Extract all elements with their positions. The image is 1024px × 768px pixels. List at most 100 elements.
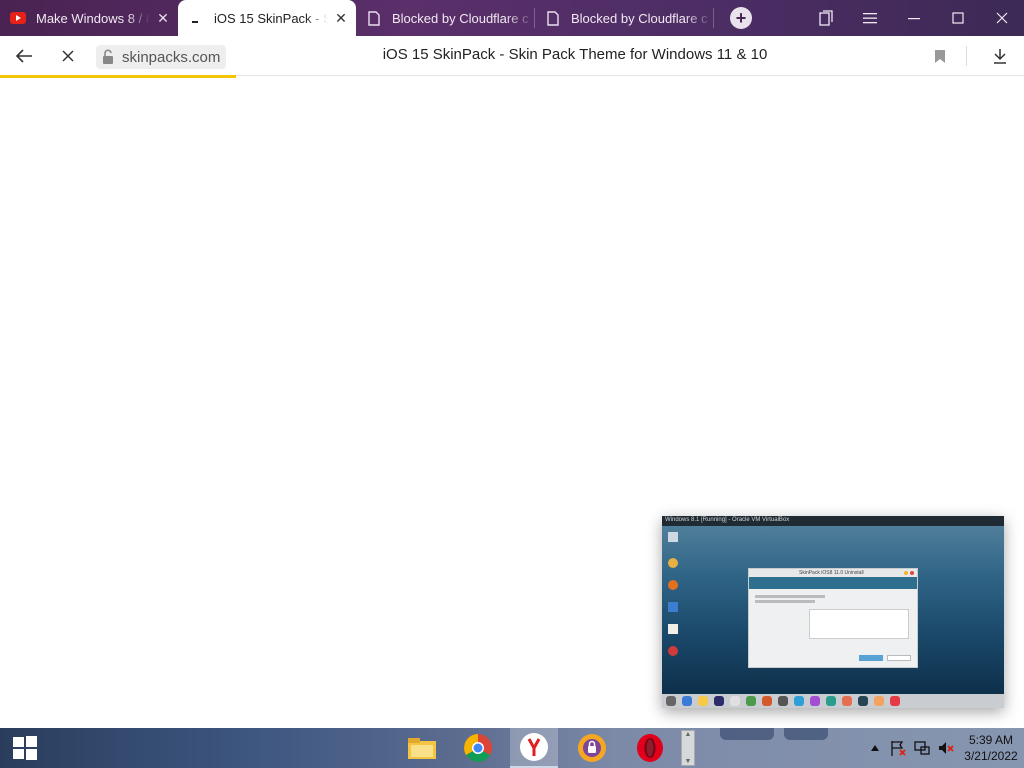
vm-desktop-icons: [668, 532, 680, 672]
tab-title: Blocked by Cloudflare c: [571, 10, 708, 26]
stop-loading-button[interactable]: [56, 44, 80, 68]
vm-dialog: SkinPack iOS8 11.0 Uninstall: [748, 568, 918, 668]
dock-icon: [730, 696, 740, 706]
media-preview[interactable]: Windows 8.1 [Running] - Oracle VM Virtua…: [662, 516, 1004, 708]
show-hidden-icons-button[interactable]: [864, 744, 886, 752]
start-button[interactable]: [0, 728, 50, 768]
next-button: [859, 655, 883, 661]
volume-muted-icon[interactable]: [934, 739, 958, 757]
minimize-icon: [904, 571, 908, 575]
dock-icon: [666, 696, 676, 706]
recycle-bin-icon: [668, 532, 678, 542]
dialog-text-line: [755, 600, 815, 603]
tab-title: Make Windows 8 / 8: [36, 10, 150, 26]
tab-cloudflare-1[interactable]: Blocked by Cloudflare c: [356, 0, 534, 36]
chevron-down-icon: ▼: [684, 758, 692, 765]
page-icon: [366, 10, 382, 26]
dialog-text-line: [755, 595, 825, 598]
chevron-up-icon: [871, 745, 879, 751]
opera-icon: [637, 734, 663, 762]
new-tab-button[interactable]: +: [726, 0, 756, 36]
clock-date: 3/21/2022: [964, 749, 1018, 763]
dialog-banner: [749, 577, 917, 589]
toolbar-divider: [966, 46, 967, 66]
thumbnail-tab: [784, 728, 828, 740]
file-explorer-icon: [408, 738, 436, 759]
minimize-icon[interactable]: [892, 0, 936, 36]
close-icon[interactable]: [980, 0, 1024, 36]
dock-icon: [826, 696, 836, 706]
tab-skinpack[interactable]: iOS 15 SkinPack - Sk ✕: [178, 0, 356, 36]
lock-open-icon: [103, 49, 113, 64]
tab-cloudflare-2[interactable]: Blocked by Cloudflare c: [535, 0, 713, 36]
tab-close-icon[interactable]: ✕: [332, 9, 350, 27]
taskbar-yandex[interactable]: [510, 728, 558, 768]
system-tray: 5:39 AM 3/21/2022: [864, 728, 1024, 768]
app-icon: [668, 602, 678, 612]
dock-icon: [698, 696, 708, 706]
back-button[interactable]: [12, 44, 36, 68]
vm-titlebar: Windows 8.1 [Running] - Oracle VM Virtua…: [662, 516, 1004, 526]
menu-icon[interactable]: [848, 0, 892, 36]
clock-time: 5:39 AM: [968, 733, 1014, 747]
taskbar-tor-browser[interactable]: [570, 728, 614, 768]
vm-dock: [662, 694, 1004, 708]
collections-icon[interactable]: [804, 0, 848, 36]
dialog-title: SkinPack iOS8 11.0 Uninstall: [799, 570, 864, 576]
taskbar-clock[interactable]: 5:39 AM 3/21/2022: [958, 732, 1024, 764]
dock-icon: [874, 696, 884, 706]
dock-icon: [682, 696, 692, 706]
window-controls: [804, 0, 1024, 36]
tab-separator: [713, 8, 714, 28]
close-icon: [62, 50, 74, 62]
close-icon: [910, 571, 914, 575]
cancel-button: [887, 655, 911, 661]
taskbar-file-explorer[interactable]: [400, 728, 444, 768]
dialog-titlebar: SkinPack iOS8 11.0 Uninstall: [749, 569, 917, 577]
bookmark-button[interactable]: [928, 44, 952, 68]
chevron-up-icon: ▲: [684, 731, 692, 738]
loading-icon: [188, 10, 204, 26]
arrow-left-icon: [15, 49, 32, 63]
yandex-icon: [520, 733, 548, 761]
dock-icon: [794, 696, 804, 706]
tab-close-icon[interactable]: ✕: [154, 9, 172, 27]
url-chip[interactable]: skinpacks.com: [96, 45, 227, 69]
dock-icon: [810, 696, 820, 706]
action-center-flag-icon[interactable]: [886, 739, 910, 757]
dock-icon: [762, 696, 772, 706]
chrome-icon: [668, 558, 678, 568]
downloads-button[interactable]: [988, 44, 1012, 68]
taskbar-chrome[interactable]: [456, 728, 500, 768]
tor-browser-icon: [578, 734, 606, 762]
bookmark-icon: [935, 49, 945, 63]
youtube-icon: [10, 10, 26, 26]
vm-titlebar-text: Windows 8.1 [Running] - Oracle VM Virtua…: [665, 517, 790, 523]
file-icon: [668, 624, 678, 634]
plus-icon: +: [730, 7, 752, 29]
taskbar-opera[interactable]: [628, 728, 672, 768]
dock-icon: [858, 696, 868, 706]
taskbar: ▲ ▼ 5:39 AM 3/21/2022: [0, 728, 1024, 768]
dock-icon: [890, 696, 900, 706]
tab-title: Blocked by Cloudflare c: [392, 10, 529, 26]
address-bar: skinpacks.com iOS 15 SkinPack - Skin Pac…: [0, 36, 1024, 76]
network-icon[interactable]: [910, 739, 934, 757]
component-list: [809, 609, 909, 639]
tab-bar: Make Windows 8 / 8 ✕ iOS 15 SkinPack - S…: [0, 0, 1024, 36]
maximize-icon[interactable]: [936, 0, 980, 36]
taskbar-scroll[interactable]: ▲ ▼: [680, 728, 696, 768]
url-domain: skinpacks.com: [122, 48, 221, 66]
download-icon: [994, 49, 1006, 64]
dock-icon: [842, 696, 852, 706]
firefox-icon: [668, 580, 678, 590]
chrome-icon: [464, 734, 492, 762]
dock-icon: [714, 696, 724, 706]
app-icon: [668, 646, 678, 656]
windows-logo-icon: [13, 736, 37, 760]
thumbnail-tab: [720, 728, 774, 740]
page-title: iOS 15 SkinPack - Skin Pack Theme for Wi…: [382, 46, 768, 63]
tab-youtube[interactable]: Make Windows 8 / 8 ✕: [0, 0, 178, 36]
dock-icon: [746, 696, 756, 706]
dock-icon: [778, 696, 788, 706]
